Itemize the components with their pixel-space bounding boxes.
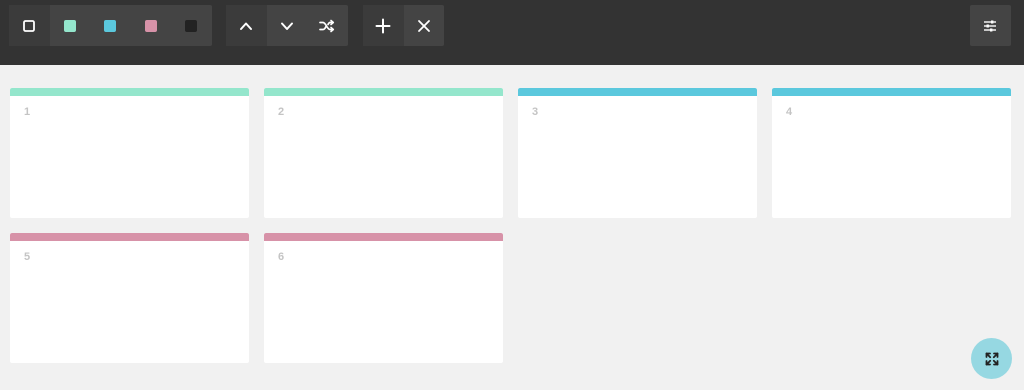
card-number: 4 [786,106,793,118]
move-down-button[interactable] [267,5,308,46]
add-card-button[interactable] [363,5,404,46]
close-icon [417,19,430,32]
fullscreen-button[interactable] [971,338,1012,379]
swatch-cyan [104,19,117,32]
card[interactable]: 2 [264,88,503,218]
card-color-bar [10,88,249,96]
chevron-up-icon [240,22,253,30]
shuffle-button[interactable] [307,5,348,46]
move-up-button[interactable] [226,5,267,46]
card-number: 2 [278,106,285,118]
card[interactable]: 6 [264,233,503,363]
color-dark-button[interactable] [171,5,212,46]
card-number: 1 [24,106,31,118]
card-number: 3 [532,106,539,118]
sliders-icon [984,20,997,31]
color-pink-button[interactable] [131,5,172,46]
remove-card-button[interactable] [404,5,445,46]
swatch-dark [185,19,198,32]
color-cyan-button[interactable] [90,5,131,46]
card[interactable]: 3 [518,88,757,218]
selection-color-group [9,5,212,46]
card-color-bar [518,88,757,96]
card[interactable]: 4 [772,88,1011,218]
swatch-pink [144,19,157,32]
settings-group [970,5,1011,46]
toolbar [0,0,1024,65]
color-mint-button[interactable] [50,5,91,46]
card-number: 6 [278,251,285,263]
card-number: 5 [24,251,31,263]
card-color-bar [264,88,503,96]
card-color-bar [10,233,249,241]
select-all-button[interactable] [9,5,50,46]
add-remove-group [363,5,444,46]
swatch-mint [63,19,76,32]
card[interactable]: 1 [10,88,249,218]
chevron-down-icon [280,22,293,30]
expand-arrows-icon [985,352,998,365]
shuffle-icon [319,19,335,32]
card-color-bar [772,88,1011,96]
card[interactable]: 5 [10,233,249,363]
square-outline-icon [23,19,36,32]
settings-button[interactable] [970,5,1011,46]
card-color-bar [264,233,503,241]
order-group [226,5,348,46]
plus-icon [375,18,391,33]
